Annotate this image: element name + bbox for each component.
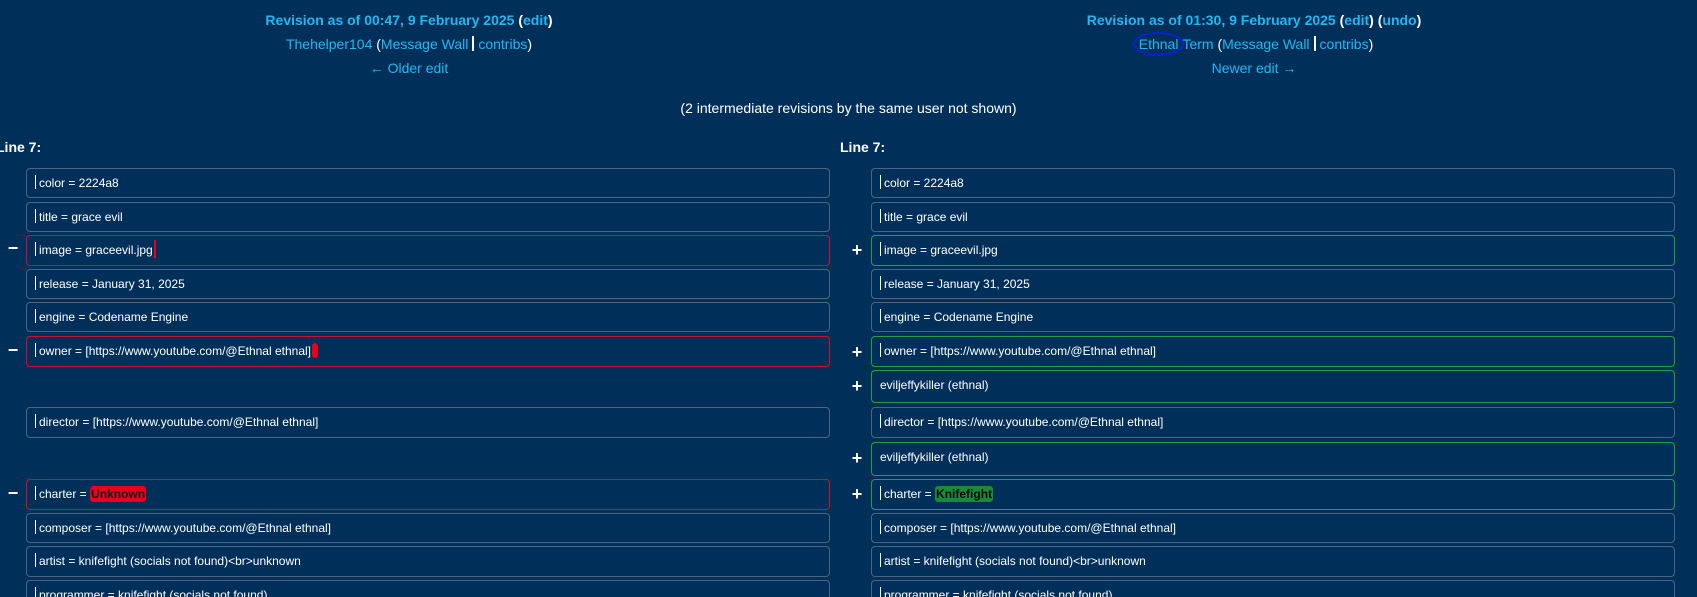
diff-context-line: artist = knifefight (socials not found)<… bbox=[871, 546, 1675, 577]
left-edit-link[interactable]: edit bbox=[523, 12, 548, 28]
addition-marker: + bbox=[851, 484, 863, 504]
right-contribs-link[interactable]: contribs bbox=[1320, 36, 1369, 52]
diff-context-line: programmer = knifefight (socials not fou… bbox=[871, 580, 1675, 597]
diff-context-line: director = [https://www.youtube.com/@Eth… bbox=[871, 407, 1675, 438]
older-edit-link[interactable]: ← Older edit bbox=[370, 60, 449, 76]
left-revision-header: Revision as of 00:47, 9 February 2025 (e… bbox=[265, 12, 553, 76]
removed-char-highlight bbox=[153, 240, 156, 258]
deletion-marker: − bbox=[7, 483, 19, 503]
diff-context-line: title = grace evil bbox=[871, 202, 1675, 232]
newer-edit-link[interactable]: Newer edit → bbox=[1212, 60, 1297, 76]
user-name-rest: Term bbox=[1182, 36, 1214, 52]
diff-context-line: color = 2224a8 bbox=[871, 168, 1675, 198]
diff-deleted-line: charter = Unknown bbox=[26, 479, 830, 510]
addition-marker: + bbox=[851, 240, 863, 260]
removed-word-highlight: Unknown bbox=[90, 486, 147, 502]
diff-page: Revision as of 00:47, 9 February 2025 (e… bbox=[0, 0, 1697, 597]
removed-char-highlight bbox=[312, 343, 318, 358]
left-message-wall-link[interactable]: Message Wall bbox=[381, 36, 468, 52]
diff-context-line: engine = Codename Engine bbox=[871, 302, 1675, 332]
diff-context-line: engine = Codename Engine bbox=[26, 302, 830, 332]
diff-context-line: release = January 31, 2025 bbox=[26, 269, 830, 299]
left-contribs-link[interactable]: contribs bbox=[478, 36, 527, 52]
addition-marker: + bbox=[851, 376, 863, 396]
diff-context-line: release = January 31, 2025 bbox=[871, 269, 1675, 299]
separator bbox=[472, 36, 475, 51]
added-word-highlight: Knifefight bbox=[935, 486, 994, 502]
intermediate-revisions-note: (2 intermediate revisions by the same us… bbox=[680, 100, 1017, 116]
diff-context-line: composer = [https://www.youtube.com/@Eth… bbox=[26, 513, 830, 543]
right-revision-header: Revision as of 01:30, 9 February 2025 (e… bbox=[1086, 12, 1422, 76]
diff-context-line: title = grace evil bbox=[26, 202, 830, 232]
deletion-marker: − bbox=[7, 340, 19, 360]
addition-marker: + bbox=[851, 342, 863, 362]
separator bbox=[1313, 36, 1316, 51]
left-revision-title[interactable]: Revision as of 00:47, 9 February 2025 bbox=[265, 12, 514, 28]
right-message-wall-link[interactable]: Message Wall bbox=[1222, 36, 1309, 52]
right-revision-title[interactable]: Revision as of 01:30, 9 February 2025 bbox=[1087, 12, 1336, 28]
diff-added-line: owner = [https://www.youtube.com/@Ethnal… bbox=[871, 336, 1675, 367]
diff-added-line: charter = Knifefight bbox=[871, 479, 1675, 510]
right-user-link[interactable]: Ethnal Term bbox=[1132, 32, 1214, 56]
diff-added-line: image = graceevil.jpg bbox=[871, 235, 1675, 266]
diff-context-line: artist = knifefight (socials not found)<… bbox=[26, 546, 830, 577]
diff-context-line: director = [https://www.youtube.com/@Eth… bbox=[26, 407, 830, 438]
left-user-link[interactable]: Thehelper104 bbox=[286, 36, 372, 52]
diff-deleted-line: image = graceevil.jpg bbox=[26, 235, 830, 266]
diff-added-line: eviljeffykiller (ethnal) bbox=[871, 370, 1675, 403]
undo-link[interactable]: undo bbox=[1382, 12, 1416, 28]
diff-context-line: programmer = knifefight (socials not fou… bbox=[26, 580, 830, 597]
deletion-marker: − bbox=[7, 238, 19, 258]
user-name-highlight: Ethnal bbox=[1132, 32, 1185, 56]
right-line-number: Line 7: bbox=[840, 139, 886, 155]
diff-context-line: color = 2224a8 bbox=[26, 168, 830, 198]
right-edit-link[interactable]: edit bbox=[1344, 12, 1369, 28]
diff-added-line: eviljeffykiller (ethnal) bbox=[871, 442, 1675, 476]
left-line-number: Line 7: bbox=[0, 139, 42, 155]
diff-deleted-line: owner = [https://www.youtube.com/@Ethnal… bbox=[26, 336, 830, 367]
diff-context-line: composer = [https://www.youtube.com/@Eth… bbox=[871, 513, 1675, 543]
addition-marker: + bbox=[851, 448, 863, 468]
